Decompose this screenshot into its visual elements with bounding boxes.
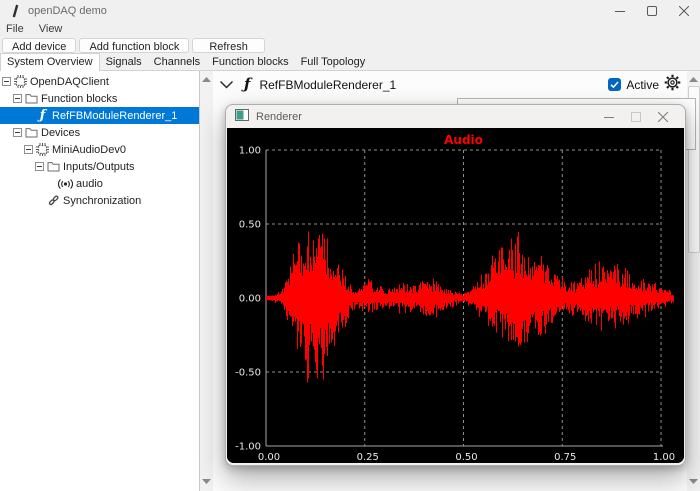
tree-item-audio[interactable]: audio [0, 175, 199, 192]
tree-item-opendaqclient[interactable]: OpenDAQClient [0, 73, 199, 90]
renderer-window-controls [595, 111, 676, 122]
tree-item-function-blocks[interactable]: Function blocks [0, 90, 199, 107]
tree-item-devices[interactable]: Devices [0, 124, 199, 141]
tab-system-overview[interactable]: System Overview [0, 53, 100, 71]
renderer-title-bar[interactable]: Renderer [226, 105, 685, 128]
audio-waveform-chart: 1.000.500.00-0.50-1.000.00 0.25 0.50 0.75 1.… [227, 128, 684, 463]
folder-icon [24, 93, 39, 104]
y-tick-label: 0.00 [239, 294, 261, 305]
scroll-up-icon[interactable] [200, 73, 213, 85]
folder-icon [24, 127, 39, 138]
tab-channels[interactable]: Channels [148, 54, 206, 70]
audio-signal-icon [57, 178, 74, 190]
expander-collapse-icon[interactable] [35, 162, 44, 171]
tab-signals[interactable]: Signals [100, 54, 148, 70]
active-checkbox-label: Active [626, 77, 659, 92]
app-window: openDAQ demo File View Add device Add func… [0, 0, 700, 491]
tree-item-inputs-outputs[interactable]: Inputs/Outputs [0, 158, 199, 175]
chevron-down-icon[interactable] [219, 76, 234, 94]
renderer-app-icon [235, 108, 249, 126]
tree-item-label: RefFBModuleRenderer_1 [52, 109, 178, 122]
title-bar: openDAQ demo [0, 0, 700, 22]
maximize-icon[interactable] [636, 0, 668, 22]
tree-item-reffbmodulerenderer-1[interactable]: ƒ RefFBModuleRenderer_1 [0, 107, 199, 124]
tree-item-label: Devices [41, 126, 81, 139]
tree-view: OpenDAQClient Function blocks ƒ RefFBModule… [0, 71, 200, 491]
y-tick-label: -0.50 [235, 368, 261, 379]
folder-icon [46, 161, 61, 172]
function-block-icon: ƒ [39, 108, 46, 123]
refresh-button[interactable]: Refresh [192, 37, 265, 53]
tab-full-topology[interactable]: Full Topology [295, 54, 372, 70]
tree-item-miniaudiodev0[interactable]: MiniAudioDev0 [0, 141, 199, 158]
audio-plot: 1.00 0.50 0.00 -0.50 -1.00 0.00 0.25 0.50 0.75 1.… [227, 128, 684, 463]
tree-item-label: Inputs/Outputs [63, 160, 135, 173]
plot-title: Audio [444, 133, 483, 147]
renderer-close-icon[interactable] [649, 111, 676, 122]
window-title: openDAQ demo [28, 5, 107, 17]
renderer-window: Renderer 1.00 0.50 0.00 -0.50-1.00 0.00 … [225, 104, 686, 466]
x-tick-label: 1.00 [653, 452, 675, 463]
close-icon[interactable] [668, 0, 700, 22]
renderer-minimize-icon[interactable] [595, 112, 622, 122]
tree-item-synchronization[interactable]: Synchronization [0, 192, 199, 209]
scroll-down-icon[interactable] [687, 475, 700, 487]
scroll-up-icon[interactable] [687, 73, 700, 85]
device-chip-icon [35, 143, 50, 156]
tree-item-label: MiniAudioDev0 [52, 143, 126, 156]
app-logo-icon [9, 4, 20, 18]
menu-view[interactable]: View [39, 23, 63, 35]
sync-link-icon [46, 194, 61, 207]
tree-item-label: audio [76, 177, 103, 190]
tab-function-blocks[interactable]: Function blocks [206, 54, 294, 70]
expander-collapse-icon[interactable] [24, 145, 33, 154]
tab-bar: System Overview Signals Channels Function b… [0, 53, 700, 71]
expander-collapse-icon[interactable] [13, 128, 22, 137]
y-tick-label: -1.00 [235, 442, 261, 453]
component-title: RefFBModuleRenderer_1 [259, 77, 397, 92]
expander-collapse-icon[interactable] [13, 94, 22, 103]
renderer-maximize-icon[interactable] [622, 111, 649, 122]
tab-page-system-overview: OpenDAQClient Function blocks ƒ RefFBModule… [0, 70, 700, 491]
settings-gear-icon[interactable] [664, 74, 681, 96]
tree-item-label: Synchronization [63, 194, 142, 207]
add-device-button[interactable]: Add device [2, 37, 77, 53]
y-tick-label: 0.50 [239, 220, 261, 231]
detail-panel: ƒ RefFBModuleRenderer_1 Active Renderer … [213, 71, 696, 491]
toolbar: Add device Add function block Refresh [0, 36, 700, 54]
menu-file[interactable]: File [6, 23, 24, 35]
function-block-icon: ƒ [244, 75, 251, 93]
tree-scrollbar[interactable] [200, 71, 213, 491]
y-tick-label: 1.00 [239, 146, 261, 157]
x-tick-label: 0.50 [455, 452, 477, 463]
component-header: ƒ RefFBModuleRenderer_1 Active [213, 71, 687, 98]
tree-item-label: OpenDAQClient [30, 75, 109, 88]
minimize-icon[interactable] [604, 0, 636, 22]
renderer-window-title: Renderer [256, 110, 302, 123]
tree-item-label: Function blocks [41, 92, 118, 105]
window-controls [604, 0, 700, 22]
scroll-down-icon[interactable] [200, 475, 213, 487]
expander-collapse-icon[interactable] [2, 77, 11, 86]
add-function-block-button[interactable]: Add function block [79, 37, 190, 53]
x-tick-label: 0.75 [554, 452, 576, 463]
x-tick-label: 0.00 [258, 452, 280, 463]
active-checkbox[interactable] [608, 78, 622, 91]
x-tick-label: 0.25 [357, 452, 379, 463]
menu-bar: File View [0, 22, 700, 36]
device-chip-icon [13, 75, 28, 88]
